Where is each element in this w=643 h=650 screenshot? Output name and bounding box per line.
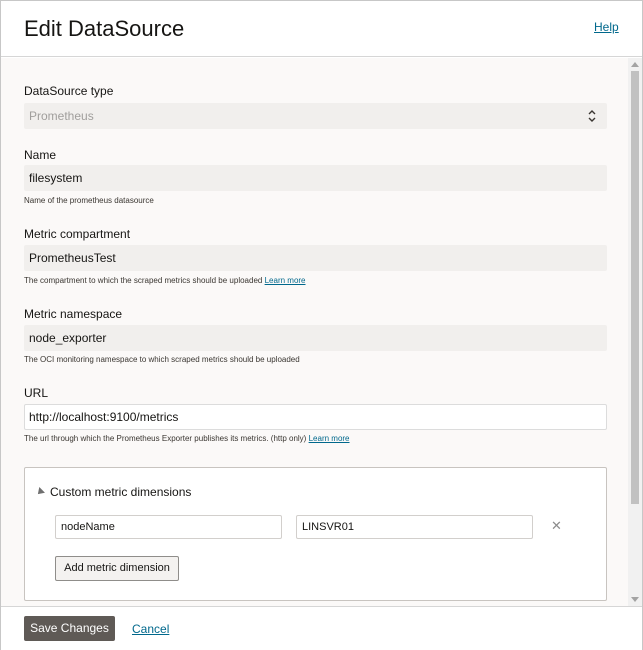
- datasource-type-label: DataSource type: [24, 84, 114, 98]
- save-changes-button[interactable]: Save Changes: [24, 616, 115, 641]
- name-label: Name: [24, 148, 57, 162]
- metric-compartment-input[interactable]: PrometheusTest: [24, 245, 607, 271]
- metric-compartment-help-text: The compartment to which the scraped met…: [24, 276, 306, 285]
- url-input[interactable]: http://localhost:9100/metrics: [24, 404, 607, 430]
- metric-namespace-label: Metric namespace: [24, 307, 123, 321]
- metric-namespace-input[interactable]: node_exporter: [24, 325, 607, 351]
- add-metric-dimension-button[interactable]: Add metric dimension: [55, 556, 179, 581]
- help-link[interactable]: Help: [594, 20, 619, 34]
- url-label: URL: [24, 386, 49, 400]
- custom-dimensions-panel: Custom metric dimensions nodeName LINSVR…: [24, 467, 607, 601]
- custom-dimensions-toggle[interactable]: Custom metric dimensions: [35, 485, 192, 499]
- collapse-triangle-icon: [35, 487, 45, 497]
- metric-compartment-help: The compartment to which the scraped met…: [24, 276, 263, 285]
- dialog-header: Edit DataSource Help: [1, 1, 642, 57]
- vertical-scrollbar[interactable]: [628, 58, 642, 606]
- metric-compartment-label: Metric compartment: [24, 227, 131, 241]
- page-title: Edit DataSource: [24, 16, 185, 41]
- datasource-type-value: Prometheus: [29, 109, 94, 123]
- url-help-text: The url through which the Prometheus Exp…: [24, 434, 350, 443]
- datasource-type-select[interactable]: Prometheus: [24, 103, 607, 129]
- name-input[interactable]: filesystem: [24, 165, 607, 191]
- remove-dimension-close-icon[interactable]: ✕: [551, 518, 562, 534]
- dimension-key-input[interactable]: nodeName: [55, 515, 282, 539]
- metric-namespace-help-text: The OCI monitoring namespace to which sc…: [24, 355, 300, 364]
- select-chevron-icon: [588, 110, 596, 122]
- scroll-down-arrow-icon[interactable]: [631, 597, 639, 602]
- edit-datasource-dialog: Edit DataSource Help DataSource type Pro…: [0, 0, 643, 650]
- compartment-learn-more-link[interactable]: Learn more: [265, 276, 306, 285]
- name-help-text: Name of the prometheus datasource: [24, 196, 154, 205]
- url-learn-more-link[interactable]: Learn more: [309, 434, 350, 443]
- cancel-link[interactable]: Cancel: [132, 622, 169, 636]
- custom-dimensions-title: Custom metric dimensions: [50, 485, 192, 499]
- form-body[interactable]: DataSource type Prometheus Name filesyst…: [1, 58, 628, 606]
- dialog-footer: Save Changes Cancel: [1, 606, 642, 650]
- dimension-value-input[interactable]: LINSVR01: [296, 515, 533, 539]
- scroll-up-arrow-icon[interactable]: [631, 62, 639, 67]
- url-help: The url through which the Prometheus Exp…: [24, 434, 307, 443]
- scroll-thumb[interactable]: [631, 71, 639, 504]
